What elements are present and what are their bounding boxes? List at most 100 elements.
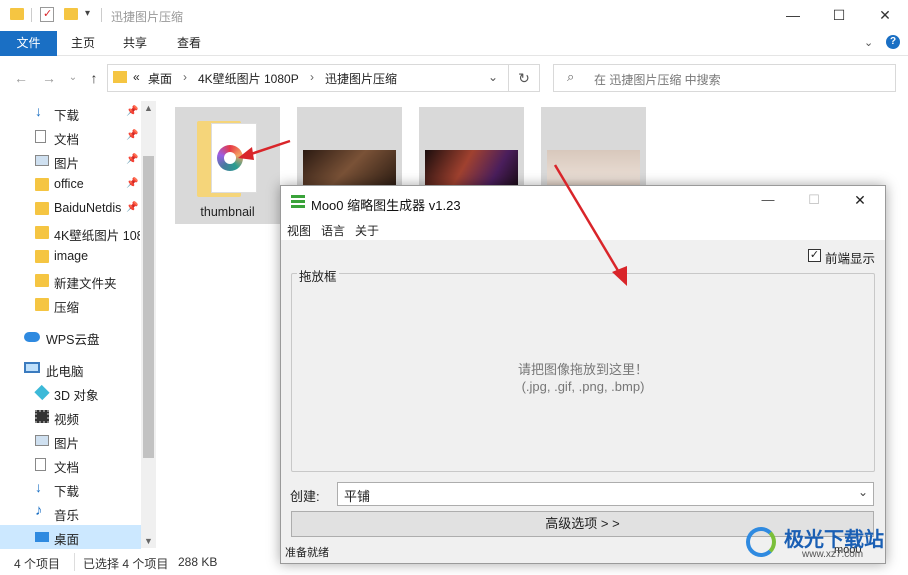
window-title: 迅捷图片压缩	[111, 10, 184, 24]
scroll-up-icon[interactable]: ▲	[144, 103, 153, 113]
properties-icon[interactable]: ✓	[40, 7, 54, 22]
cloud-icon	[24, 332, 40, 342]
music-icon: ♪	[35, 502, 43, 519]
sidebar-item-3d-objects[interactable]: 3D 对象	[0, 381, 141, 405]
pin-icon: 📌	[126, 202, 139, 213]
folder-icon	[35, 274, 49, 287]
minimize-button[interactable]: —	[770, 0, 816, 30]
tab-share[interactable]: 共享	[112, 31, 158, 56]
drop-formats: (.jpg, .gif, .png, .bmp)	[521, 379, 645, 394]
file-name: thumbnail	[200, 205, 255, 219]
search-placeholder[interactable]: 在 迅捷图片压缩 中搜索	[594, 71, 721, 88]
new-folder-icon[interactable]	[64, 8, 78, 20]
drop-hint: 请把图像拖放到这里！	[517, 362, 648, 377]
sidebar-item-pictures-pinned[interactable]: 图片 📌	[0, 149, 141, 173]
sidebar-item-label: 文档	[54, 461, 80, 475]
watermark-logo-icon	[746, 527, 776, 557]
close-button[interactable]: ✕	[862, 0, 908, 30]
help-icon[interactable]: ?	[886, 35, 900, 49]
sidebar-item-this-pc[interactable]: 此电脑	[0, 357, 141, 381]
folder-icon	[35, 202, 49, 215]
tab-view[interactable]: 查看	[166, 31, 212, 56]
forward-icon[interactable]: →	[40, 68, 58, 88]
pin-icon: 📌	[126, 178, 139, 189]
sidebar-item-documents-pinned[interactable]: 文档 📌	[0, 125, 141, 149]
back-icon[interactable]: ←	[12, 68, 30, 88]
file-item-thumbnail-folder[interactable]: thumbnail	[175, 107, 280, 224]
folder-icon	[35, 226, 49, 239]
watermark-text: 极光下载站	[784, 529, 884, 551]
tab-home[interactable]: 主页	[60, 31, 106, 56]
drop-zone-label: 拖放框	[297, 266, 339, 285]
moo0-status: 准备就绪	[285, 547, 329, 559]
sidebar-item-label: 此电脑	[46, 365, 84, 379]
folder-icon	[35, 298, 49, 311]
cube-icon	[34, 384, 50, 401]
sidebar-item-wps-cloud[interactable]: WPS云盘	[0, 325, 141, 349]
sidebar-item-wallpaper[interactable]: 4K壁纸图片 108	[0, 221, 141, 245]
computer-icon	[24, 362, 40, 373]
search-icon: ⌕	[567, 69, 575, 84]
sidebar-item-label: 3D 对象	[54, 389, 99, 403]
moo0-maximize-button[interactable]: ☐	[799, 192, 829, 208]
recent-locations-icon[interactable]: ⌄	[64, 68, 82, 88]
sidebar-item-downloads[interactable]: ↓ 下载	[0, 477, 141, 501]
sidebar-item-label: 桌面	[54, 533, 80, 547]
menu-language[interactable]: 语言	[321, 222, 345, 239]
sidebar-item-label: WPS云盘	[46, 333, 100, 347]
document-icon	[35, 130, 46, 143]
up-icon[interactable]: ↑	[85, 68, 103, 88]
selected-size: 288 KB	[178, 555, 218, 569]
picture-icon	[35, 435, 49, 446]
sidebar-item-music[interactable]: ♪ 音乐	[0, 501, 141, 525]
sidebar-item-videos[interactable]: 视频	[0, 405, 141, 429]
sidebar-item-label: image	[54, 249, 89, 263]
sidebar-item-compress[interactable]: 压缩	[0, 293, 141, 317]
folder-icon	[35, 250, 49, 263]
create-label: 创建:	[290, 489, 320, 504]
download-icon: ↓	[35, 479, 42, 495]
menu-view[interactable]: 视图	[287, 222, 311, 239]
download-icon: ↓	[35, 103, 42, 119]
maximize-button[interactable]: ☐	[816, 0, 862, 30]
sidebar-item-office[interactable]: office 📌	[0, 173, 141, 197]
breadcrumb-separator: ›	[183, 70, 187, 84]
sidebar-item-new-folder[interactable]: 新建文件夹	[0, 269, 141, 293]
breadcrumb-overflow[interactable]: «	[133, 70, 140, 84]
pin-icon: 📌	[126, 130, 139, 141]
sidebar-item-label: 4K壁纸图片 108	[54, 229, 140, 243]
sidebar-item-image[interactable]: image	[0, 245, 141, 269]
menu-about[interactable]: 关于	[355, 222, 379, 239]
always-on-top-checkbox[interactable]: ✓	[808, 249, 821, 262]
video-icon	[35, 410, 49, 423]
moo0-minimize-button[interactable]: —	[753, 192, 783, 207]
create-mode-select[interactable]: 平铺 ⌄	[337, 482, 874, 506]
refresh-button[interactable]: ↻	[509, 64, 540, 92]
app-logo-icon	[217, 145, 243, 171]
sidebar-item-documents[interactable]: 文档	[0, 453, 141, 477]
sidebar-item-baidunetdisk[interactable]: BaiduNetdis 📌	[0, 197, 141, 221]
sidebar-item-label: 视频	[54, 413, 80, 427]
tab-file[interactable]: 文件	[0, 31, 57, 56]
expand-ribbon-icon[interactable]: ⌄	[864, 36, 873, 49]
breadcrumb-separator: ›	[310, 70, 314, 84]
pin-icon: 📌	[126, 154, 139, 165]
item-count: 4 个项目	[14, 557, 61, 571]
sidebar-item-label: 音乐	[54, 509, 80, 523]
breadcrumb-current[interactable]: 迅捷图片压缩	[325, 70, 397, 87]
sidebar-item-pictures[interactable]: 图片	[0, 429, 141, 453]
moo0-close-button[interactable]: ✕	[845, 192, 875, 209]
sidebar-item-label: 图片	[54, 437, 80, 451]
navigation-pane: ↓ 下载 📌 文档 📌 图片 📌 office 📌 BaiduNetdis 📌 …	[0, 101, 156, 549]
moo0-window: Moo0 缩略图生成器 v1.23 — ☐ ✕ 视图 语言 关于 ✓ 前端显示 …	[280, 185, 886, 564]
scroll-down-icon[interactable]: ▼	[144, 536, 153, 546]
sidebar-item-downloads-pinned[interactable]: ↓ 下载 📌	[0, 101, 141, 125]
address-dropdown-icon[interactable]: ⌄	[488, 70, 498, 84]
selected-count: 已选择 4 个项目	[83, 557, 169, 571]
sidebar-item-desktop[interactable]: 桌面	[0, 525, 141, 549]
divider	[74, 553, 75, 571]
breadcrumb-wallpaper-folder[interactable]: 4K壁纸图片 1080P	[198, 70, 299, 87]
sidebar-scrollbar-thumb[interactable]	[143, 156, 154, 458]
breadcrumb-desktop[interactable]: 桌面	[148, 70, 172, 87]
quick-access-dropdown-icon[interactable]: ▾	[85, 8, 90, 19]
